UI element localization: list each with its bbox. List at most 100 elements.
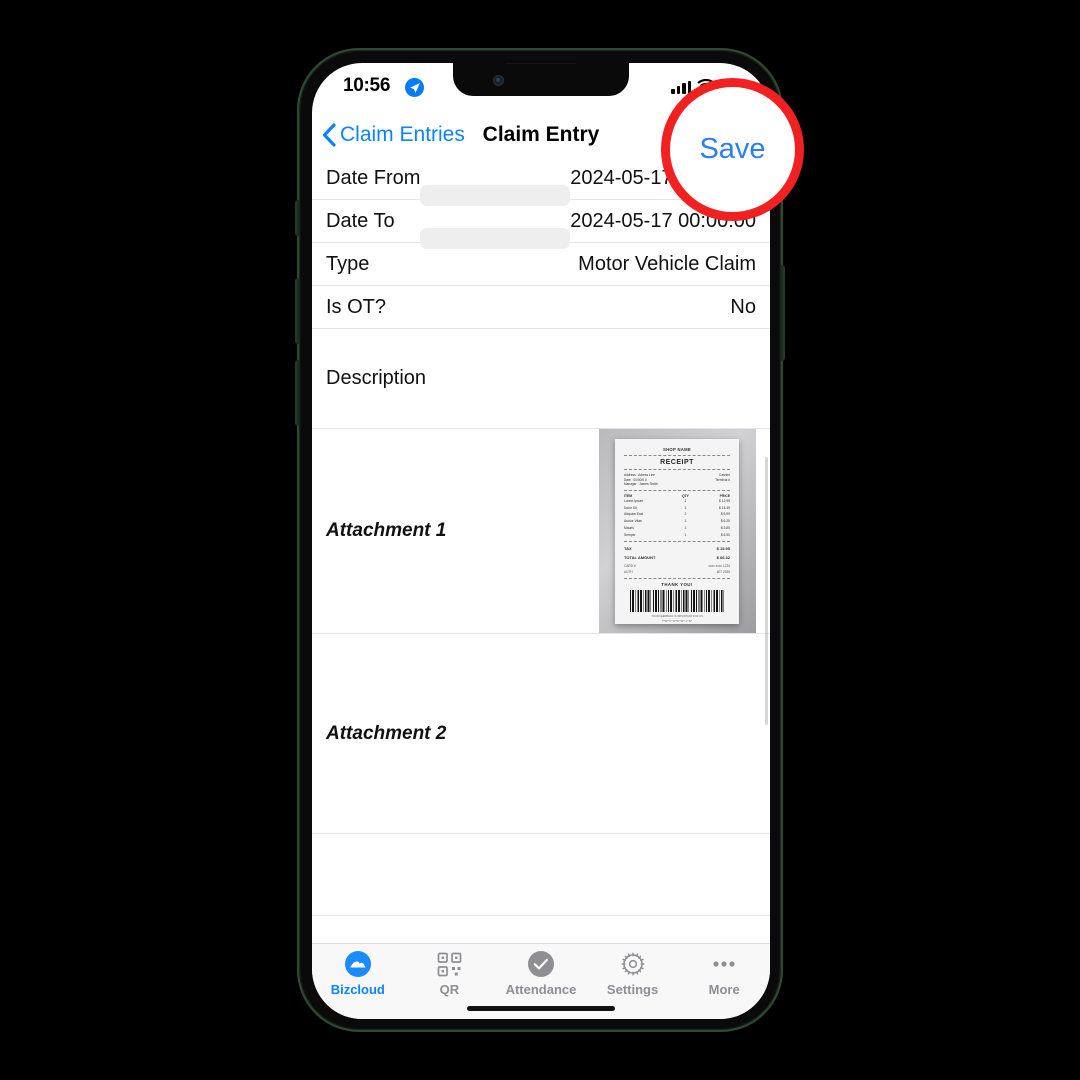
receipt-shop-name: SHOP NAME: [663, 447, 691, 452]
tax-label: TAX: [624, 546, 632, 552]
attachment-2-label: Attachment 2: [326, 722, 447, 744]
scrollbar[interactable]: [765, 457, 768, 725]
item-price: $ 15.49: [718, 505, 730, 510]
item-qty: 2: [684, 498, 687, 503]
receipt-item: Semper 1 $ 6.50: [624, 532, 730, 539]
highlighted-save-button[interactable]: Save: [661, 78, 804, 221]
receipt-address: Address : Adress Line: [624, 473, 656, 477]
receipt-cashier: Cashier: [719, 473, 730, 477]
table-row-type[interactable]: Type Motor Vehicle Claim: [312, 243, 770, 286]
item-qty: 2: [684, 512, 687, 517]
receipt-heading: RECEIPT: [660, 459, 694, 466]
earpiece-speaker: [504, 63, 578, 64]
item-name: Semper: [624, 532, 636, 537]
item-name: Mauris: [624, 525, 634, 530]
item-name: Aliquam Erat: [624, 512, 643, 517]
item-qty: 1: [684, 519, 687, 524]
row-label: Date To: [326, 209, 395, 232]
item-name: Auctor Vitae: [624, 519, 642, 524]
receipt-item: Dolor Sit 1 $ 15.49: [624, 505, 730, 512]
cloud-icon: [344, 951, 371, 977]
row-label: Type: [326, 252, 370, 275]
power-button[interactable]: [781, 265, 785, 361]
item-qty: 1: [684, 532, 687, 537]
barcode-icon: [630, 590, 724, 613]
receipt-thanks: THANK YOU!: [661, 582, 693, 588]
back-button[interactable]: Claim Entries: [322, 123, 465, 147]
tab-bizcloud[interactable]: Bizcloud: [315, 951, 401, 997]
item-price: $ 6.25: [720, 519, 730, 524]
tab-label: Bizcloud: [330, 982, 385, 997]
device-notch: [453, 63, 629, 96]
volume-down-button[interactable]: [295, 360, 299, 426]
check-circle-icon: [527, 951, 554, 977]
claim-entry-form: Date From 2024-05-17 00:00:00 Date To 20…: [312, 157, 770, 943]
back-button-label: Claim Entries: [340, 123, 465, 146]
row-value: No: [730, 295, 756, 318]
mute-switch[interactable]: [295, 200, 299, 236]
screenshot-canvas: 10:56 Claim Entries Claim Entry Date Fro…: [0, 0, 1080, 1080]
description-label: Description: [326, 367, 427, 389]
receipt-item: Auctor Vitae 1 $ 6.25: [624, 518, 730, 525]
attachment-1-thumbnail[interactable]: SHOP NAME RECEIPT Address : Adress Line …: [599, 429, 756, 633]
table-row-attachment-2[interactable]: Attachment 2: [312, 634, 770, 834]
divider: [624, 469, 730, 470]
page-title: Claim Entry: [482, 123, 600, 146]
tax-value: $ 15.95: [716, 546, 730, 552]
divider: [624, 455, 730, 456]
tab-attendance[interactable]: Attendance: [498, 951, 584, 997]
volume-up-button[interactable]: [295, 278, 299, 344]
receipt-tax-row: TAX $ 15.95: [624, 545, 730, 554]
receipt-meta: Address : Adress Line Date : 00/00/0 0 M…: [624, 473, 730, 487]
receipt-item: Mauris 1 $ 3.80: [624, 525, 730, 532]
total-value: $ 66.32: [716, 555, 730, 561]
table-row-is-ot[interactable]: Is OT? No: [312, 286, 770, 329]
auth-label: AUTH: [624, 570, 633, 575]
table-row-attachment-1[interactable]: Attachment 1 SHOP NAME RECEIPT Address :…: [312, 429, 770, 634]
divider: [624, 541, 730, 543]
item-qty: 1: [684, 525, 687, 530]
tab-label: QR: [439, 982, 460, 997]
row-label: Date From: [326, 166, 421, 189]
item-qty: 1: [684, 505, 687, 510]
attachment-1-label: Attachment 1: [326, 520, 447, 541]
chevron-left-icon: [322, 123, 336, 147]
receipt-perforation-top: [615, 439, 739, 442]
item-name: Dolor Sit: [624, 505, 637, 510]
table-row-blank: [312, 834, 770, 916]
tab-more[interactable]: More: [681, 951, 767, 997]
table-row-description[interactable]: Description: [312, 329, 770, 429]
item-name: Lorem Ipsum: [624, 498, 644, 503]
tab-qr[interactable]: QR: [406, 951, 492, 997]
auth-value: 607 2355: [716, 570, 730, 575]
item-price: $ 3.80: [720, 525, 730, 530]
receipt-perforation-bottom: [615, 621, 739, 624]
status-time: 10:56: [343, 75, 391, 96]
receipt-total-row: TOTAL AMOUNT $ 66.32: [624, 554, 730, 563]
item-price: $ 12.99: [718, 498, 730, 503]
receipt-image: SHOP NAME RECEIPT Address : Adress Line …: [615, 439, 739, 624]
item-price: $ 9.99: [720, 512, 730, 517]
row-value: Motor Vehicle Claim: [578, 252, 756, 275]
tab-label: Settings: [606, 982, 659, 997]
receipt-date: Date : 00/00/0 0: [624, 477, 647, 482]
item-price: $ 6.50: [720, 532, 730, 537]
receipt-auth-row: AUTH 607 2355: [624, 569, 730, 575]
tab-settings[interactable]: Settings: [590, 951, 676, 997]
receipt-manager: Manager : James Smith: [624, 482, 658, 487]
tab-label: Attendance: [505, 982, 577, 997]
front-camera: [493, 75, 504, 86]
home-indicator[interactable]: [467, 1006, 615, 1011]
gear-icon: [620, 951, 646, 977]
receipt-item: Aliquam Erat 2 $ 9.99: [624, 511, 730, 518]
row-label: Is OT?: [326, 295, 387, 318]
receipt-item: Lorem Ipsum 2 $ 12.99: [624, 498, 730, 505]
divider: [624, 578, 730, 580]
ellipsis-icon: [711, 951, 737, 977]
total-label: TOTAL AMOUNT: [624, 555, 656, 561]
divider: [624, 489, 730, 491]
receipt-terminal: Terminal #: [715, 477, 730, 482]
location-arrow-icon: [405, 78, 424, 97]
tab-label: More: [708, 982, 740, 997]
qr-code-icon: [437, 951, 462, 977]
